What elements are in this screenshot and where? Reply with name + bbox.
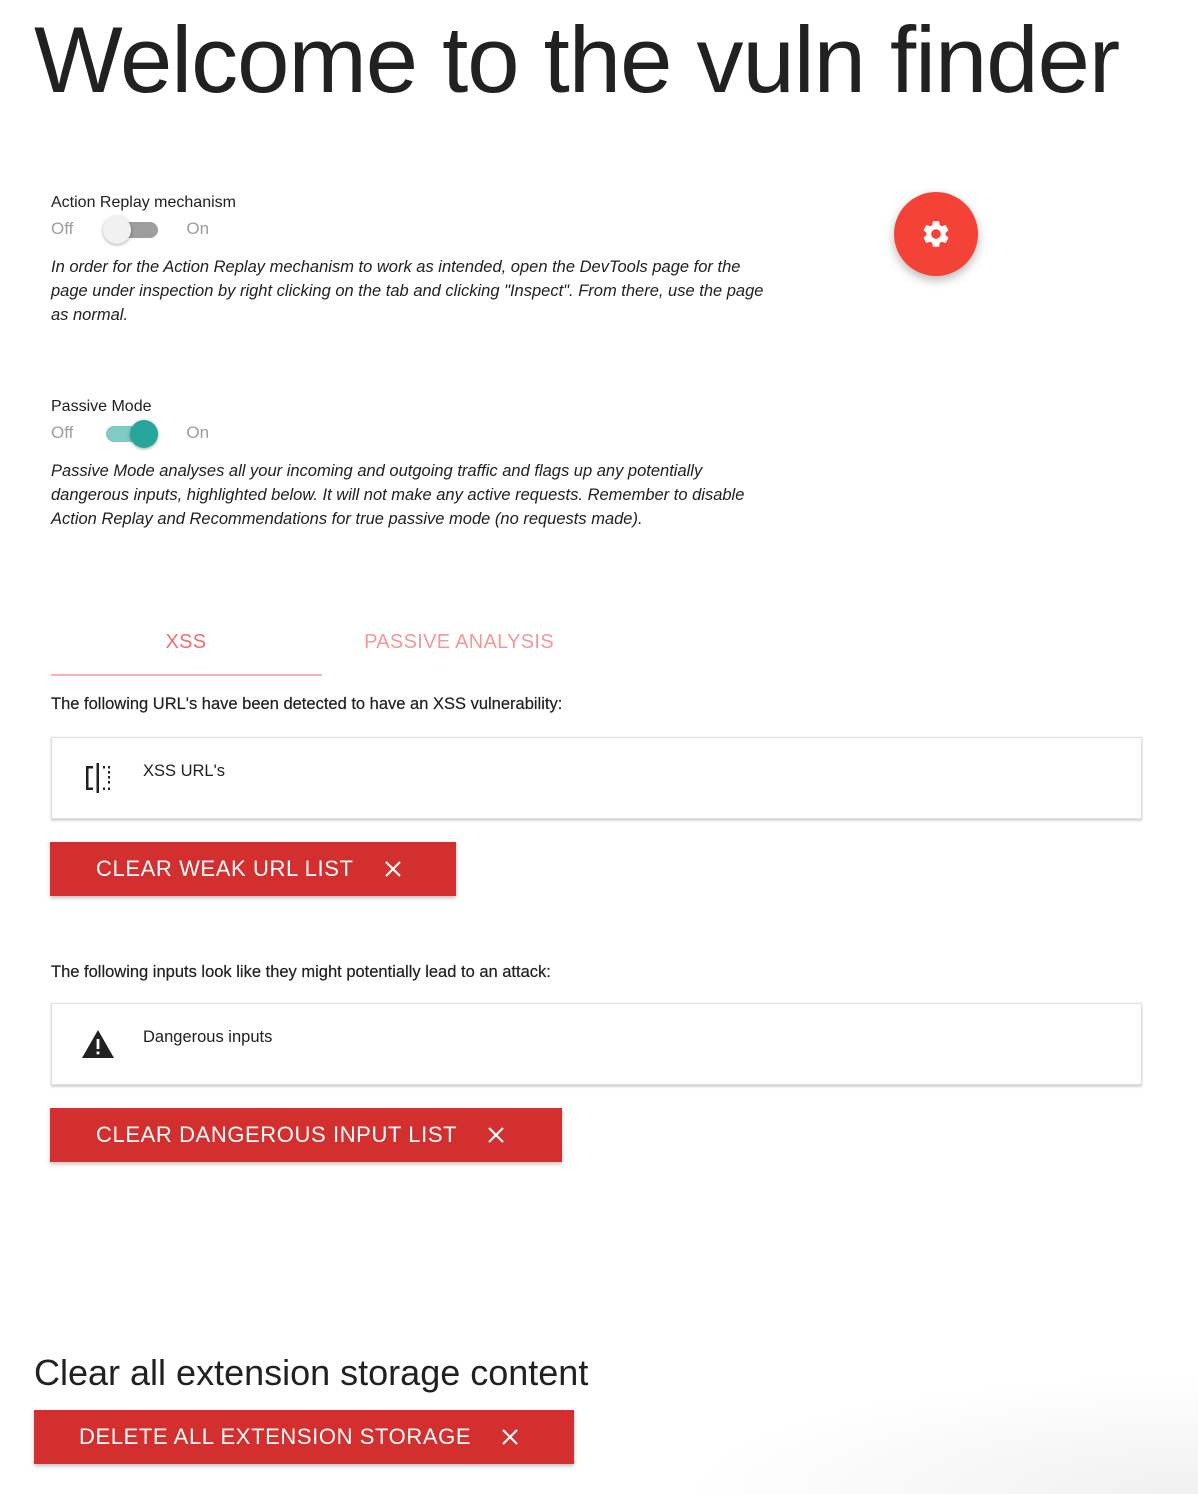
close-icon <box>501 1428 519 1446</box>
close-icon <box>384 860 402 878</box>
passive-mode-switch-row: Off On <box>51 415 771 451</box>
action-replay-switch-row: Off On <box>51 211 771 247</box>
xss-urls-collapsible[interactable]: XSS URL's <box>51 737 1142 819</box>
clear-weak-url-list-button[interactable]: CLEAR WEAK URL LIST <box>50 842 456 896</box>
clear-weak-url-list-label: CLEAR WEAK URL LIST <box>96 856 354 881</box>
passive-mode-setting: Passive Mode Off On Passive Mode analyse… <box>51 397 771 531</box>
settings-button[interactable] <box>894 192 978 276</box>
action-replay-on-label: On <box>186 219 210 238</box>
clear-dangerous-input-list-button[interactable]: CLEAR DANGEROUS INPUT LIST <box>50 1108 562 1162</box>
storage-section-title: Clear all extension storage content <box>34 1352 589 1393</box>
inputs-intro-text: The following inputs look like they migh… <box>51 963 551 981</box>
clear-dangerous-input-list-label: CLEAR DANGEROUS INPUT LIST <box>96 1122 458 1147</box>
tab-passive-analysis[interactable]: PASSIVE ANALYSIS <box>321 608 597 676</box>
action-replay-setting: Action Replay mechanism Off On In order … <box>51 193 771 327</box>
action-replay-switch[interactable] <box>103 216 159 244</box>
dangerous-inputs-collapsible[interactable]: Dangerous inputs <box>51 1003 1142 1085</box>
switch-thumb <box>103 216 132 244</box>
delete-all-storage-button[interactable]: DELETE ALL EXTENSION STORAGE <box>34 1410 574 1464</box>
xss-intro-text: The following URL's have been detected t… <box>51 695 563 713</box>
tab-indicator <box>51 674 322 676</box>
delete-all-storage-label: DELETE ALL EXTENSION STORAGE <box>79 1424 472 1449</box>
gear-icon <box>923 221 949 247</box>
tabs: XSS PASSIVE ANALYSIS <box>51 608 591 678</box>
warning-icon <box>80 1026 116 1062</box>
switch-thumb <box>130 420 159 448</box>
passive-mode-description: Passive Mode analyses all your incoming … <box>51 462 745 528</box>
action-replay-description: In order for the Action Replay mechanism… <box>51 258 764 324</box>
passive-mode-on-label: On <box>186 423 210 442</box>
passive-mode-off-label: Off <box>51 423 74 442</box>
close-icon <box>487 1126 505 1144</box>
action-replay-label: Action Replay mechanism <box>51 194 236 211</box>
passive-mode-switch[interactable] <box>103 420 159 448</box>
xss-urls-label: XSS URL's <box>143 762 226 780</box>
passive-mode-label: Passive Mode <box>51 398 152 415</box>
page-title: Welcome to the vuln finder <box>34 7 1120 112</box>
tab-xss[interactable]: XSS <box>51 608 321 676</box>
window-corner-shadow <box>678 1374 1198 1494</box>
compare-icon <box>80 760 116 796</box>
action-replay-off-label: Off <box>51 219 74 238</box>
dangerous-inputs-label: Dangerous inputs <box>143 1028 273 1046</box>
